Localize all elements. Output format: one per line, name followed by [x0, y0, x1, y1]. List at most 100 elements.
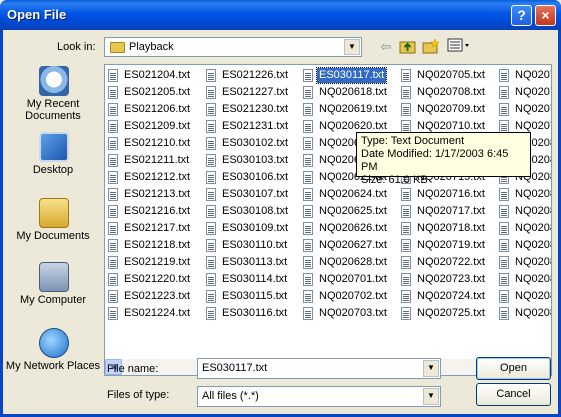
file-name: NQ0208: [515, 188, 552, 200]
place-label: My Computer: [19, 294, 87, 306]
text-document-icon: [303, 307, 313, 320]
window-title: Open File: [7, 7, 67, 22]
text-document-icon: [303, 154, 313, 167]
file-name: NQ020708.txt: [417, 86, 485, 98]
look-in-dropdown[interactable]: Playback ▼: [104, 37, 362, 57]
text-document-icon: [499, 103, 509, 116]
file-name: NQ0208: [515, 256, 552, 268]
text-document-icon: [108, 86, 118, 99]
file-name: NQ0208: [515, 290, 552, 302]
text-document-icon: [303, 222, 313, 235]
text-document-icon: [303, 188, 313, 201]
file-name: NQ020719.txt: [417, 239, 485, 251]
text-document-icon: [108, 137, 118, 150]
files-of-type-value: All files (*.*): [202, 390, 259, 402]
close-button[interactable]: ×: [535, 5, 556, 26]
text-document-icon: [206, 171, 216, 184]
file-name: NQ0208: [515, 273, 552, 285]
back-arrow-icon[interactable]: ⇦: [377, 38, 395, 56]
file-name: NQ020701.txt: [319, 273, 387, 285]
text-document-icon: [108, 103, 118, 116]
text-document-icon: [499, 307, 509, 320]
text-document-icon: [499, 273, 509, 286]
cancel-button[interactable]: Cancel: [476, 383, 551, 406]
place-label: My Documents: [16, 230, 90, 242]
text-document-icon: [303, 137, 313, 150]
file-name: ES021224.txt: [124, 307, 191, 319]
file-name: NQ020722.txt: [417, 256, 485, 268]
text-document-icon: [401, 188, 411, 201]
dialog-client: Look in: Playback ▼ ⇦ My Recent Document…: [3, 30, 558, 414]
file-name: ES021220.txt: [124, 273, 191, 285]
file-name: ES021227.txt: [222, 86, 289, 98]
text-document-icon: [108, 69, 118, 82]
text-document-icon: [206, 103, 216, 116]
help-button[interactable]: ?: [511, 5, 532, 26]
text-document-icon: [303, 171, 313, 184]
tooltip-size: Size: 61.0 KB: [361, 174, 428, 186]
file-name: NQ0208: [515, 222, 552, 234]
place-network[interactable]: My Network Places: [5, 326, 101, 386]
text-document-icon: [401, 273, 411, 286]
view-menu-icon[interactable]: [446, 38, 472, 56]
file-name: NQ020725.txt: [417, 307, 485, 319]
text-document-icon: [206, 154, 216, 167]
text-document-icon: [206, 69, 216, 82]
file-name: NQ020723.txt: [417, 273, 485, 285]
file-info-tooltip: Type: Text Document Date Modified: 1/17/…: [356, 132, 531, 186]
text-document-icon: [401, 290, 411, 303]
place-my-computer[interactable]: My Computer: [5, 260, 101, 320]
file-list[interactable]: NQ0208 NQ0208 NQ0208 NQ0208 NQ0208 NQ0208 NQ02…: [104, 64, 552, 376]
chevron-down-icon[interactable]: ▼: [344, 39, 360, 55]
file-name: NQ020718.txt: [417, 222, 485, 234]
file-name: ES021218.txt: [124, 239, 191, 251]
file-name: ES021226.txt: [222, 69, 289, 81]
text-document-icon: [303, 256, 313, 269]
chevron-down-icon[interactable]: ▼: [423, 360, 439, 377]
open-button[interactable]: Open: [476, 357, 551, 380]
text-document-icon: [108, 188, 118, 201]
title-bar[interactable]: Open File ? ×: [0, 0, 561, 30]
text-document-icon: [108, 290, 118, 303]
file-name: ES021212.txt: [124, 171, 191, 183]
text-document-icon: [206, 205, 216, 218]
file-name: ES021204.txt: [124, 69, 191, 81]
text-document-icon: [401, 69, 411, 82]
file-name: ES021230.txt: [222, 103, 289, 115]
file-name: ES021231.txt: [222, 120, 289, 132]
chevron-down-icon[interactable]: ▼: [423, 388, 439, 405]
my-documents-icon: [39, 198, 69, 228]
file-name: NQ020624.txt: [319, 188, 387, 200]
place-my-documents[interactable]: My Documents: [5, 196, 101, 256]
file-name: NQ020619.txt: [319, 103, 387, 115]
text-document-icon: [108, 171, 118, 184]
file-name: ES030109.txt: [222, 222, 289, 234]
new-folder-icon[interactable]: [422, 38, 440, 56]
text-document-icon: [499, 86, 509, 99]
file-name: ES021211.txt: [124, 154, 190, 166]
file-name: NQ020709.txt: [417, 103, 485, 115]
file-name: ES021223.txt: [124, 290, 191, 302]
text-document-icon: [303, 69, 313, 82]
text-document-icon: [206, 222, 216, 235]
place-recent-documents[interactable]: My Recent Documents: [5, 64, 101, 124]
text-document-icon: [401, 256, 411, 269]
file-name: NQ020627.txt: [319, 239, 387, 251]
text-document-icon: [499, 239, 509, 252]
text-document-icon: [206, 137, 216, 150]
text-document-icon: [499, 290, 509, 303]
file-name-field[interactable]: ES030117.txt ▼: [197, 358, 441, 379]
text-document-icon: [206, 86, 216, 99]
file-name: NQ020626.txt: [319, 222, 387, 234]
file-name: NQ0208: [515, 307, 552, 319]
folder-up-icon[interactable]: [399, 38, 417, 56]
text-document-icon: [401, 86, 411, 99]
text-document-icon: [401, 307, 411, 320]
place-desktop[interactable]: Desktop: [5, 130, 101, 190]
text-document-icon: [206, 273, 216, 286]
open-file-dialog: Open File ? × Look in: Playback ▼ ⇦ My R…: [0, 0, 561, 417]
files-of-type-dropdown[interactable]: All files (*.*) ▼: [197, 386, 441, 407]
places-bar: My Recent Documents Desktop My Documents…: [5, 62, 101, 380]
text-document-icon: [206, 239, 216, 252]
text-document-icon: [108, 239, 118, 252]
